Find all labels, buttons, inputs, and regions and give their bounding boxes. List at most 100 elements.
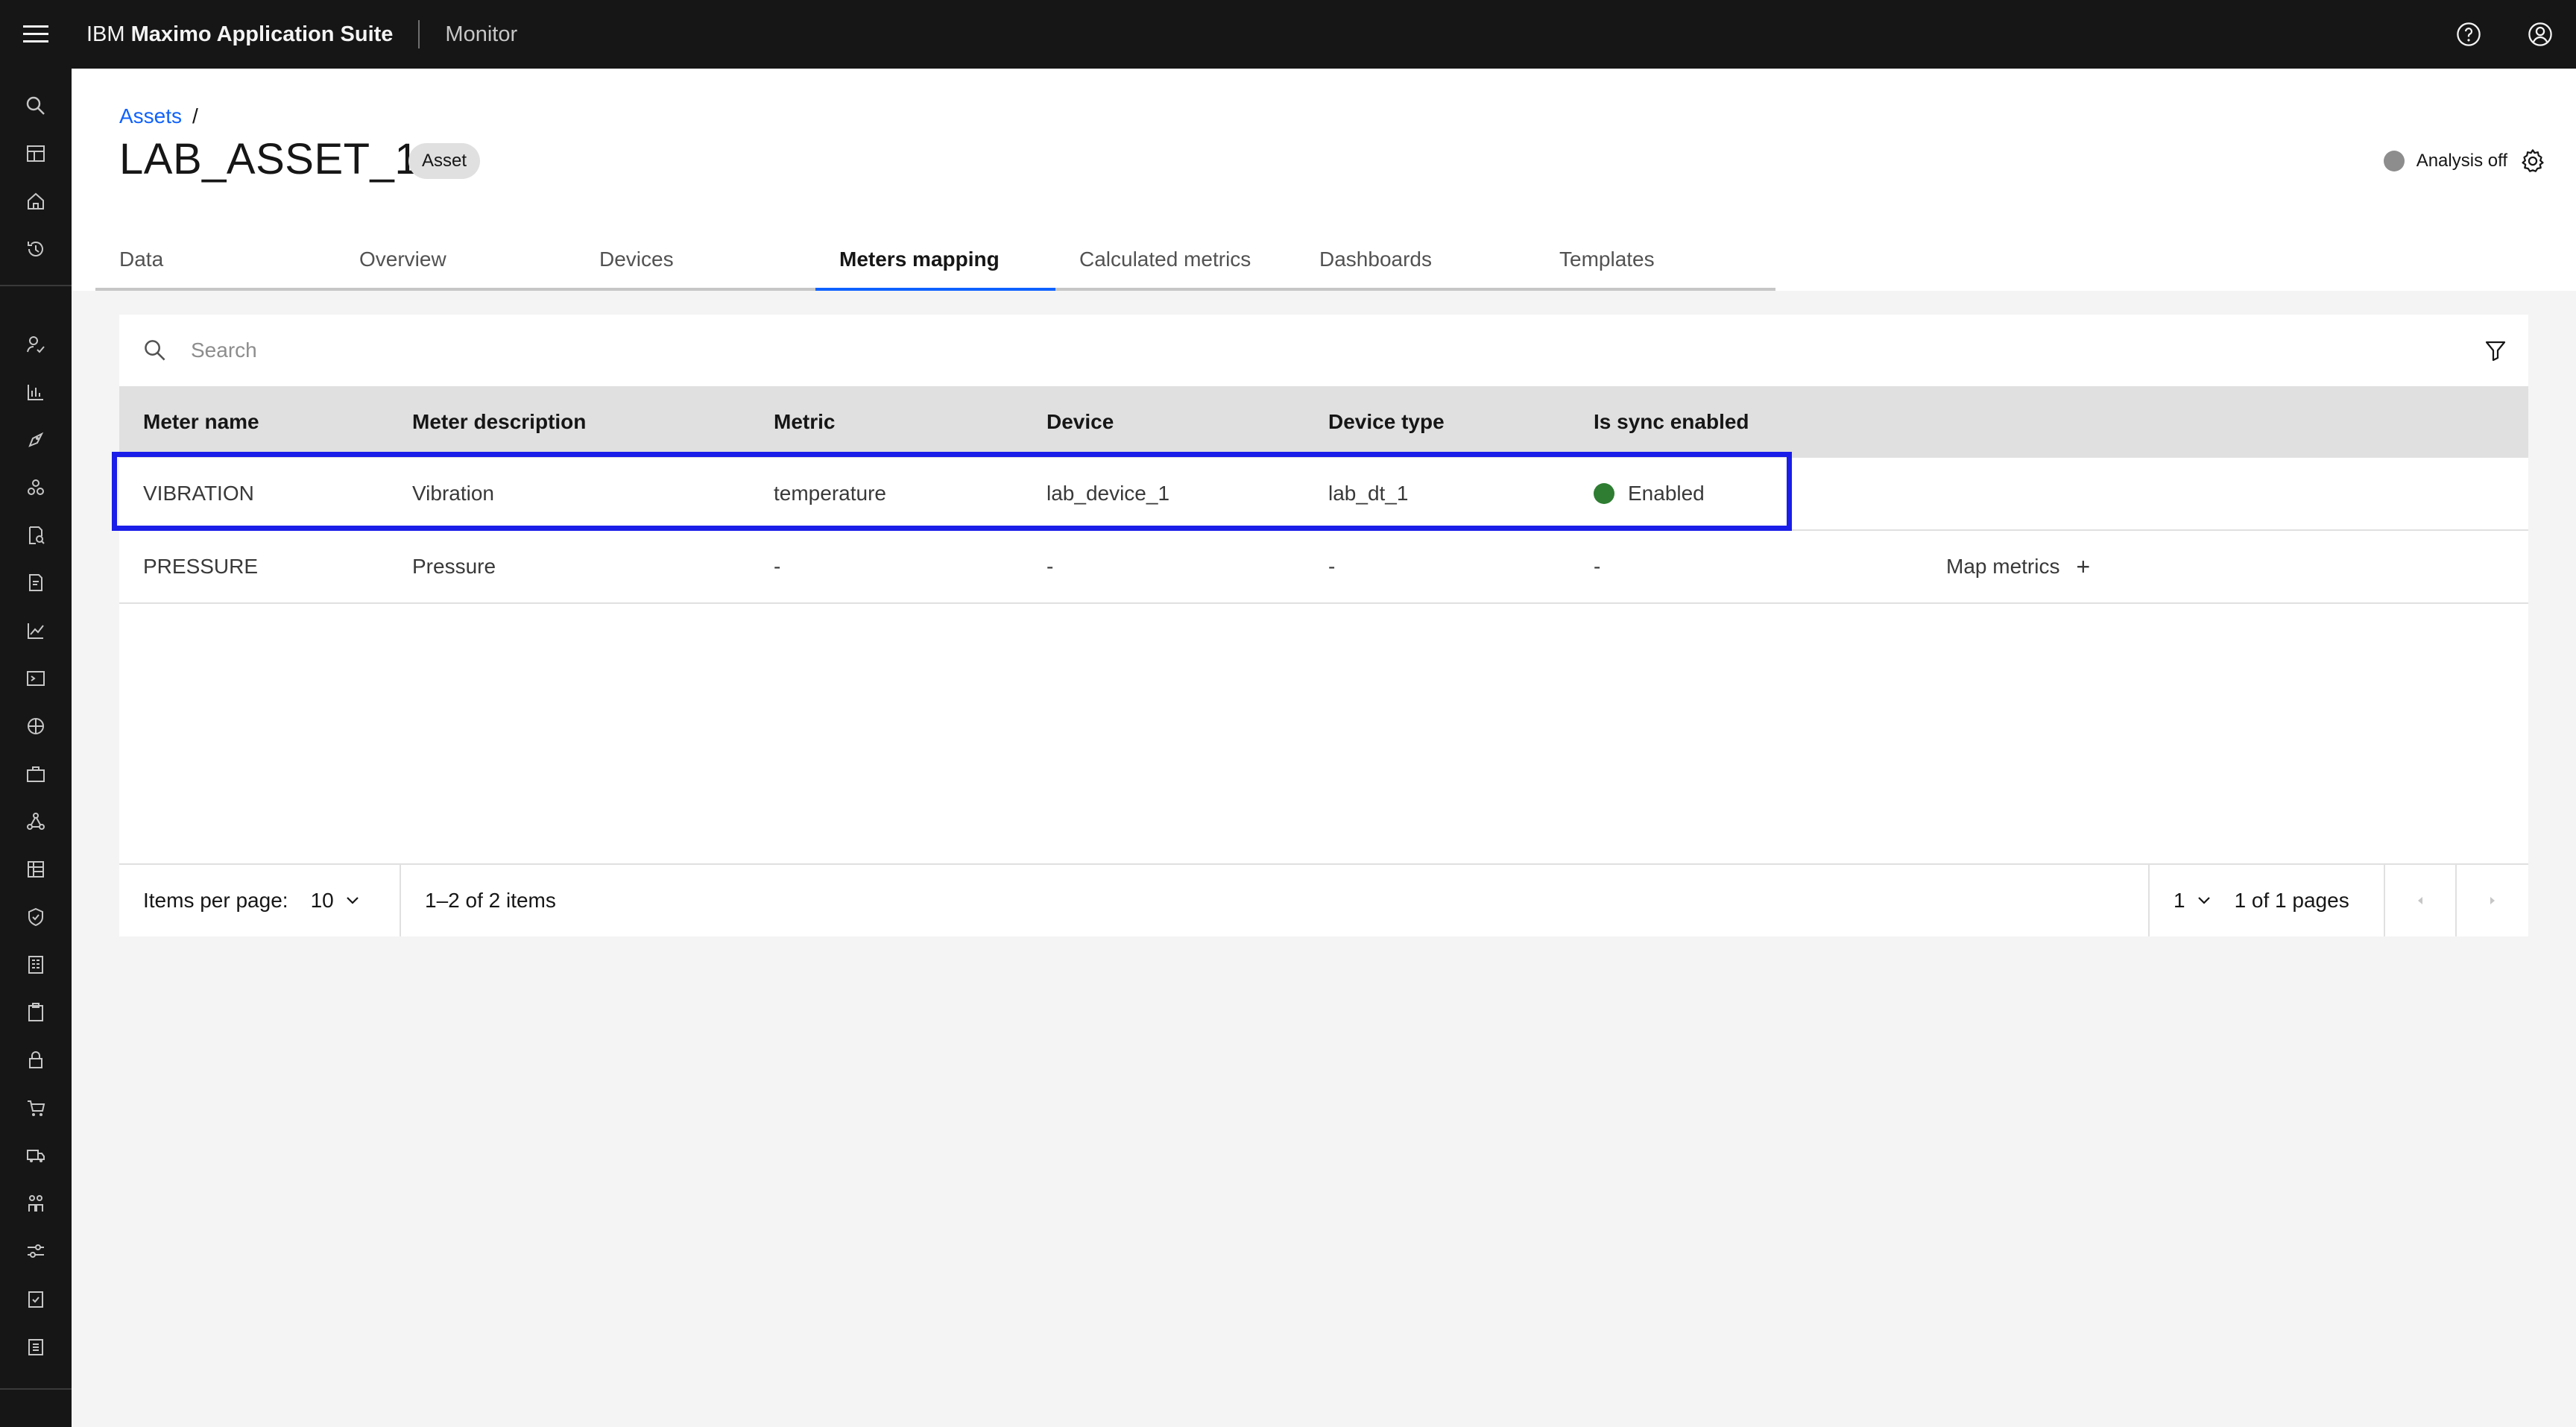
sync-status-cell: Enabled [1594,458,1705,529]
column-header-device-type[interactable]: Device type [1328,386,1445,458]
tab-dashboards[interactable]: Dashboards [1295,231,1535,291]
nav-sliders-icon[interactable] [22,1238,49,1264]
nav-clipboard-icon[interactable] [22,999,49,1026]
filter-button[interactable] [2479,334,2512,367]
analysis-status-label: Analysis off [2416,151,2507,171]
top-header: IBM Maximo Application Suite Monitor [0,0,2576,69]
nav-lock-icon[interactable] [22,1047,49,1074]
nav-user-check-icon[interactable] [22,331,49,358]
menu-icon [23,25,48,43]
table-header: Meter name Meter description Metric Devi… [119,386,2528,458]
analysis-status-dot [2383,151,2405,171]
nav-truck-icon[interactable] [22,1142,49,1169]
device-type-link[interactable]: lab_dt_1 [1328,458,1408,529]
nav-rocket-icon[interactable] [22,426,49,453]
items-per-page-label: Items per page: [143,889,288,912]
tab-data[interactable]: Data [95,231,335,291]
table-row[interactable]: PRESSURE Pressure - - - - Map metrics + [119,531,2528,604]
search-icon [119,315,191,386]
breadcrumb-separator: / [192,104,198,127]
map-metrics-button[interactable]: Map metrics + [1946,531,2090,602]
nav-report-icon[interactable] [22,570,49,596]
nav-building-icon[interactable] [22,951,49,978]
brand-name: Maximo Application Suite [130,22,394,46]
tab-calculated-metrics[interactable]: Calculated metrics [1055,231,1295,291]
metric-cell: - [774,555,781,578]
column-header-metric[interactable]: Metric [774,386,835,458]
breadcrumb-assets-link[interactable]: Assets [119,104,182,127]
column-header-meter-description[interactable]: Meter description [412,386,586,458]
caret-right-icon [2490,897,2495,904]
nav-home-icon[interactable] [22,188,49,215]
items-range: 1–2 of 2 items [401,865,2150,936]
analysis-status: Analysis off [2383,148,2546,174]
metric-cell: temperature [774,482,886,505]
items-per-page-value: 10 [310,889,334,912]
brand-prefix: IBM [86,22,125,46]
product-brand[interactable]: IBM Maximo Application Suite [72,20,420,48]
map-metrics-label: Map metrics [1946,555,2060,578]
asset-type-tag: Asset [408,143,481,179]
menu-button[interactable] [0,0,72,69]
help-button[interactable] [2433,0,2504,69]
user-profile-button[interactable] [2504,0,2576,69]
breadcrumb: Assets / [119,104,198,128]
nav-network-icon[interactable] [22,808,49,835]
page-select[interactable]: 1 [2174,889,2212,913]
caret-left-icon [2418,897,2422,904]
nav-checklist-icon[interactable] [22,1333,49,1360]
nav-people-icon[interactable] [22,1190,49,1217]
chevron-down-icon [346,897,359,904]
nav-search-doc-icon[interactable] [22,522,49,549]
column-header-meter-name[interactable]: Meter name [143,386,259,458]
nav-briefcase-icon[interactable] [22,760,49,787]
items-per-page-select[interactable]: 10 [311,889,361,913]
tab-meters-mapping[interactable]: Meters mapping [815,231,1055,291]
nav-grid-icon[interactable] [22,856,49,883]
nav-search-icon[interactable] [22,92,49,119]
pagination: Items per page: 10 1–2 of 2 items 1 1 of… [119,863,2528,936]
sync-status-label: Enabled [1628,482,1705,505]
column-header-sync-enabled[interactable]: Is sync enabled [1594,386,1749,458]
tab-devices[interactable]: Devices [575,231,815,291]
nav-shield-icon[interactable] [22,904,49,930]
user-icon [2528,22,2552,46]
meter-description-cell: Vibration [412,482,495,505]
nav-dashboard-icon[interactable] [22,140,49,167]
nav-aperture-icon[interactable] [22,713,49,740]
meter-description-cell: Pressure [412,555,496,578]
meter-name-cell: PRESSURE [143,555,259,578]
device-link[interactable]: lab_device_1 [1046,458,1169,529]
previous-page-button[interactable] [2385,865,2457,936]
side-navigation [0,69,72,1427]
meters-table-panel: Meter name Meter description Metric Devi… [119,315,2528,936]
table-toolbar [119,315,2528,386]
add-icon: + [2076,552,2091,580]
tab-templates[interactable]: Templates [1535,231,1775,291]
items-per-page: Items per page: 10 [119,865,401,936]
app-name: Monitor [445,22,518,46]
settings-icon[interactable] [2519,148,2546,174]
page-number: 1 [2174,889,2185,912]
next-page-button[interactable] [2457,865,2528,936]
nav-line-chart-icon[interactable] [22,617,49,644]
nav-terminal-icon[interactable] [22,665,49,692]
filter-icon [2485,341,2506,362]
nav-cart-icon[interactable] [22,1094,49,1121]
column-header-device[interactable]: Device [1046,386,1114,458]
help-icon [2457,22,2481,46]
tab-overview[interactable]: Overview [335,231,575,291]
nav-bar-chart-icon[interactable] [22,379,49,406]
page-selector: 1 1 of 1 pages [2150,865,2385,936]
page-header: Assets / LAB_ASSET_1 Asset Analysis off D… [72,69,2576,291]
chevron-down-icon [2197,897,2210,904]
page-total: 1 of 1 pages [2234,889,2349,912]
sync-enabled-dot [1594,483,1614,504]
table-row[interactable]: VIBRATION Vibration temperature lab_devi… [119,458,2528,531]
search-input[interactable] [191,338,2352,362]
tab-list: Data Overview Devices Meters mapping Cal… [95,231,1775,291]
nav-history-icon[interactable] [22,236,49,262]
nav-task-icon[interactable] [22,1285,49,1312]
device-cell: - [1046,555,1054,578]
nav-cluster-icon[interactable] [22,474,49,501]
